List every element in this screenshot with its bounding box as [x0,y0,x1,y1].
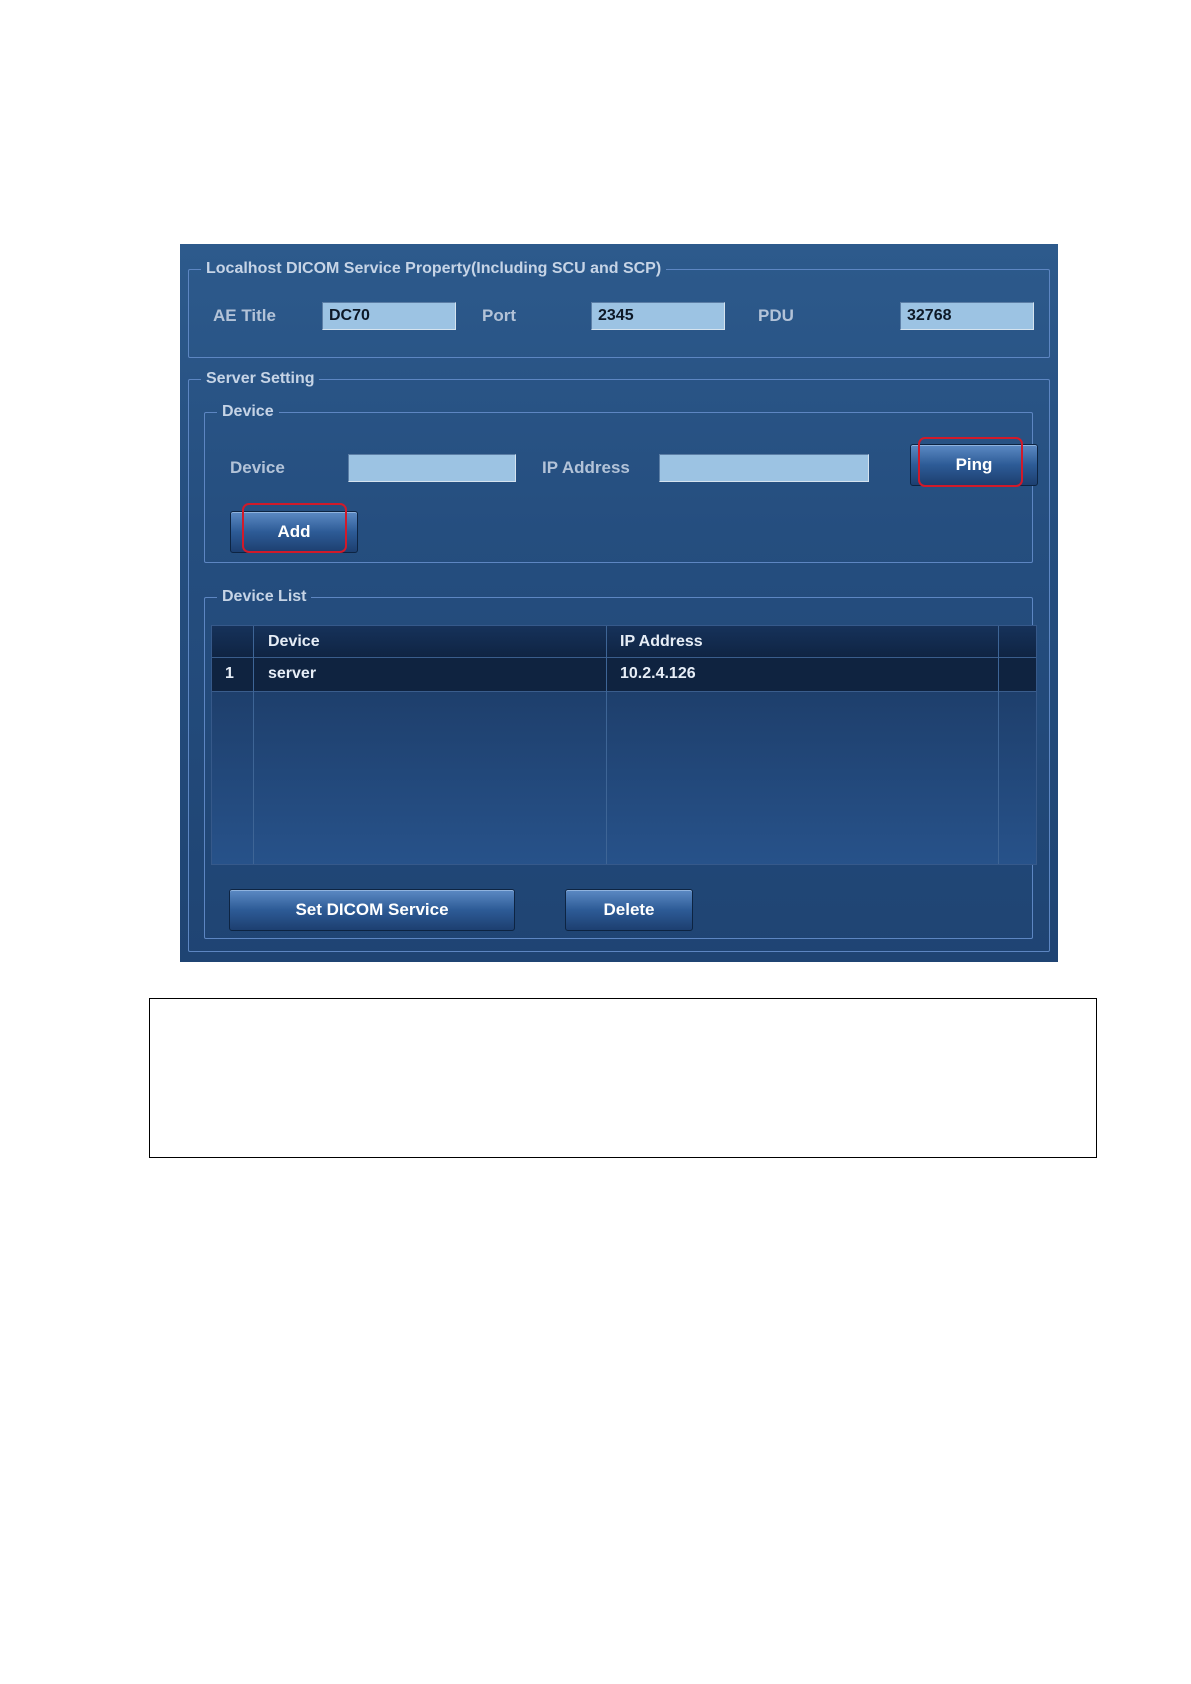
ae-title-field[interactable]: DC70 [322,302,456,330]
row-device: server [268,665,317,682]
row-ip-address: 10.2.4.126 [620,665,696,682]
device-list-table: Device IP Address 1 server 10.2.4.126 [211,625,1037,865]
column-divider [606,626,607,864]
row-index: 1 [225,665,234,682]
device-list-legend: Device List [222,588,307,605]
column-header-ip-address[interactable]: IP Address [620,633,703,651]
port-field[interactable]: 2345 [591,302,725,330]
ip-address-label: IP Address [542,458,630,477]
column-divider [253,626,254,864]
table-header: Device IP Address [212,626,1036,657]
device-group-legend: Device [222,403,274,420]
localhost-dicom-legend: Localhost DICOM Service Property(Includi… [206,260,662,277]
column-divider [998,626,999,864]
device-name-field[interactable] [348,454,516,482]
device-label: Device [230,458,285,477]
pdu-field[interactable]: 32768 [900,302,1034,330]
port-label: Port [482,306,516,325]
table-empty-area [212,692,1036,864]
delete-button[interactable]: Delete [565,889,693,931]
ae-title-label: AE Title [213,306,276,325]
ip-address-field[interactable] [659,454,869,482]
add-button-highlight [242,503,347,553]
server-setting-legend: Server Setting [206,370,315,387]
column-header-device[interactable]: Device [268,633,320,651]
ping-button-highlight [918,437,1023,487]
pdu-label: PDU [758,306,794,325]
set-dicom-service-button[interactable]: Set DICOM Service [229,889,515,931]
table-row[interactable]: 1 server 10.2.4.126 [212,657,1036,692]
caption-box [149,998,1097,1158]
